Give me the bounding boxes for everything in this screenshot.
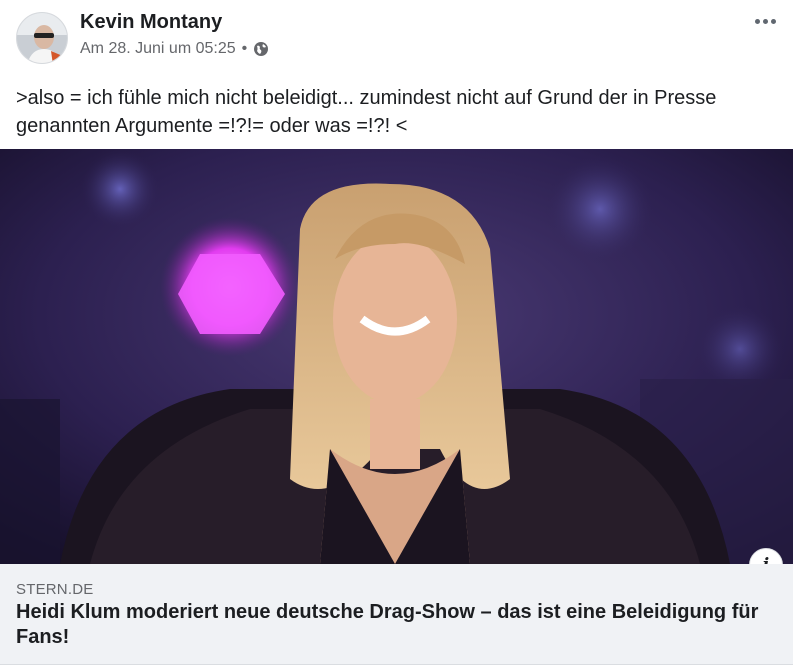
link-preview-card[interactable]: STERN.DE Heidi Klum moderiert neue deuts… (0, 564, 793, 665)
meta-separator: • (241, 40, 248, 57)
post-header: Kevin Montany Am 28. Juni um 05:25 • (0, 0, 793, 75)
link-domain: STERN.DE (16, 581, 94, 598)
globe-icon (254, 42, 269, 56)
more-options-dot (762, 18, 768, 24)
more-options-icon (754, 18, 760, 24)
avatar-image (17, 13, 67, 63)
more-options-dot (770, 18, 776, 24)
author-avatar[interactable] (16, 12, 68, 64)
post-more-options-button[interactable] (751, 10, 779, 32)
post-meta: Am 28. Juni um 05:25 • (80, 40, 269, 58)
post-timestamp[interactable]: Am 28. Juni um 05:25 (80, 40, 236, 58)
link-title[interactable]: Heidi Klum moderiert neue deutsche Drag-… (16, 600, 776, 650)
stage-photo (0, 149, 793, 564)
author-name[interactable]: Kevin Montany (80, 11, 222, 34)
post-text: >also = ich fühle mich nicht beleidigt..… (16, 87, 717, 137)
link-preview-image[interactable] (0, 149, 793, 564)
